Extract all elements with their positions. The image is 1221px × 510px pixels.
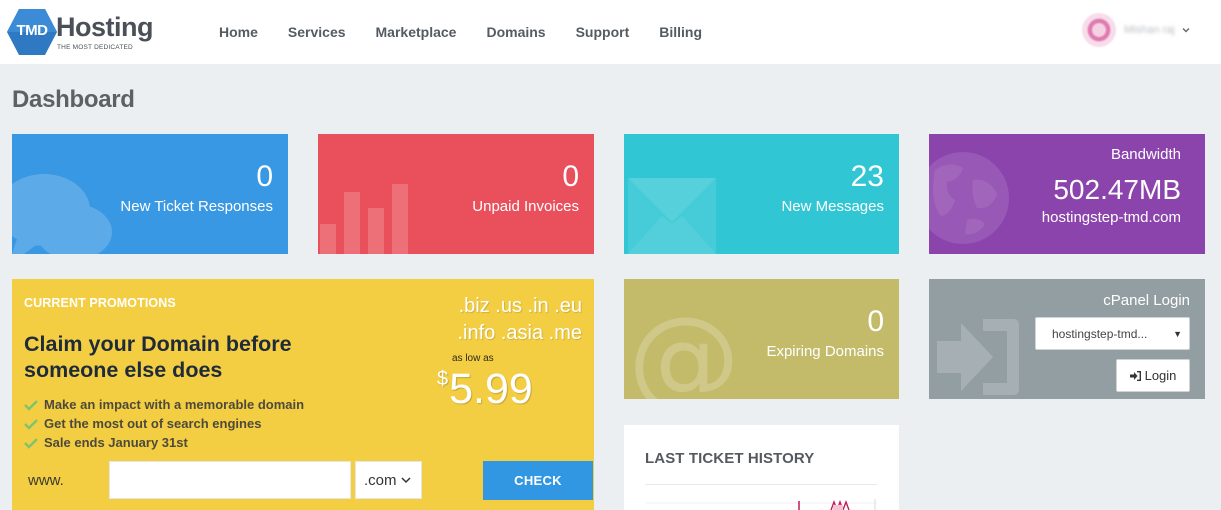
tld-selected-value: .com: [364, 471, 397, 489]
promo-tld-list: .biz .us .in .eu .info .asia .me: [457, 293, 582, 347]
unpaid-invoices-count: 0: [562, 160, 579, 193]
checkmark-icon: [24, 399, 38, 411]
logo-name: Hosting: [56, 12, 154, 42]
benefit-text: Sale ends January 31st: [44, 435, 188, 450]
expiring-domains-label: Expiring Domains: [766, 343, 884, 360]
price-currency: $: [437, 368, 449, 390]
nav-home[interactable]: Home: [219, 24, 258, 40]
stat-tile-bandwidth[interactable]: Bandwidth 502.47MB hostingstep-tmd.com: [929, 134, 1205, 254]
stat-tile-unpaid-invoices[interactable]: 0 Unpaid Invoices: [318, 134, 594, 254]
page-title: Dashboard: [12, 86, 135, 113]
avatar: [1082, 13, 1116, 47]
unpaid-invoices-label: Unpaid Invoices: [472, 198, 579, 215]
cpanel-selected-account: hostingstep-tmd...: [1052, 326, 1148, 341]
new-messages-label: New Messages: [781, 198, 884, 215]
logo-mark: TMD: [16, 22, 49, 39]
chevron-down-icon: [400, 477, 411, 484]
cpanel-login-button[interactable]: Login: [1116, 359, 1190, 392]
user-name: Mishan raj: [1124, 24, 1175, 36]
tld-line-2: .info .asia .me: [457, 322, 582, 344]
check-domain-button[interactable]: CHECK: [483, 461, 593, 500]
envelope-icon: [628, 178, 716, 254]
tld-select[interactable]: .com: [355, 461, 422, 499]
promo-headline: Claim your Domain before someone else do…: [24, 332, 292, 382]
promo-tag: CURRENT PROMOTIONS: [24, 296, 176, 310]
stat-tile-new-messages[interactable]: 23 New Messages: [624, 134, 899, 254]
list-item: Sale ends January 31st: [24, 433, 304, 452]
cpanel-login-label: Login: [1144, 368, 1177, 383]
ticket-responses-label: New Ticket Responses: [120, 198, 273, 215]
new-messages-count: 23: [850, 160, 884, 193]
tld-line-1: .biz .us .in .eu: [458, 295, 582, 317]
checkmark-icon: [24, 437, 38, 449]
nav-support[interactable]: Support: [576, 24, 630, 40]
price-amount: 5.99: [449, 365, 533, 413]
caret-down-icon: ▼: [1173, 329, 1182, 339]
promo-price: $5.99: [437, 365, 533, 414]
list-item: Get the most out of search engines: [24, 414, 304, 433]
as-low-as-label: as low as: [452, 353, 494, 364]
top-navbar: TMD Hosting THE MOST DEDICATED Home Serv…: [0, 0, 1221, 64]
nav-services[interactable]: Services: [288, 24, 346, 40]
user-menu[interactable]: Mishan raj: [1082, 11, 1191, 49]
ticket-history-chart: [645, 499, 877, 510]
benefit-text: Make an impact with a memorable domain: [44, 397, 305, 412]
cpanel-account-select[interactable]: hostingstep-tmd... ▼: [1035, 317, 1190, 350]
divider: [645, 484, 877, 485]
brand-logo[interactable]: TMD Hosting THE MOST DEDICATED: [6, 6, 156, 58]
domain-search-input[interactable]: [109, 461, 351, 499]
cpanel-title: cPanel Login: [1103, 292, 1190, 309]
bandwidth-value: 502.47MB: [1053, 174, 1181, 205]
sign-in-icon: [1129, 370, 1141, 381]
nav-marketplace[interactable]: Marketplace: [376, 24, 457, 40]
nav-domains[interactable]: Domains: [486, 24, 545, 40]
ticket-responses-count: 0: [256, 160, 273, 193]
bandwidth-host: hostingstep-tmd.com: [1041, 209, 1181, 226]
main-nav: Home Services Marketplace Domains Suppor…: [204, 0, 717, 64]
sign-in-icon: [937, 319, 1019, 395]
benefit-text: Get the most out of search engines: [44, 416, 262, 431]
list-item: Make an impact with a memorable domain: [24, 395, 304, 414]
expiring-domains-count: 0: [867, 305, 884, 338]
www-prefix: www.: [28, 472, 64, 489]
ticket-history-title: LAST TICKET HISTORY: [645, 450, 815, 467]
promotion-panel: CURRENT PROMOTIONS Claim your Domain bef…: [12, 279, 594, 510]
logo-tagline: THE MOST DEDICATED: [57, 44, 133, 51]
checkmark-icon: [24, 418, 38, 430]
bar-chart-icon: [320, 184, 408, 254]
at-sign-icon: @: [628, 294, 740, 399]
stat-tile-ticket-responses[interactable]: 0 New Ticket Responses: [12, 134, 288, 254]
promo-benefits: Make an impact with a memorable domain G…: [24, 395, 304, 452]
ticket-history-panel: LAST TICKET HISTORY: [624, 425, 899, 510]
cpanel-login-panel: cPanel Login hostingstep-tmd... ▼ Login: [929, 279, 1205, 399]
globe-icon: [929, 152, 1009, 244]
chevron-down-icon: [1182, 28, 1190, 33]
stat-tile-expiring-domains[interactable]: @ 0 Expiring Domains: [624, 279, 899, 399]
chat-bubble-icon: [12, 174, 112, 254]
nav-billing[interactable]: Billing: [659, 24, 702, 40]
bandwidth-title: Bandwidth: [1110, 146, 1181, 163]
